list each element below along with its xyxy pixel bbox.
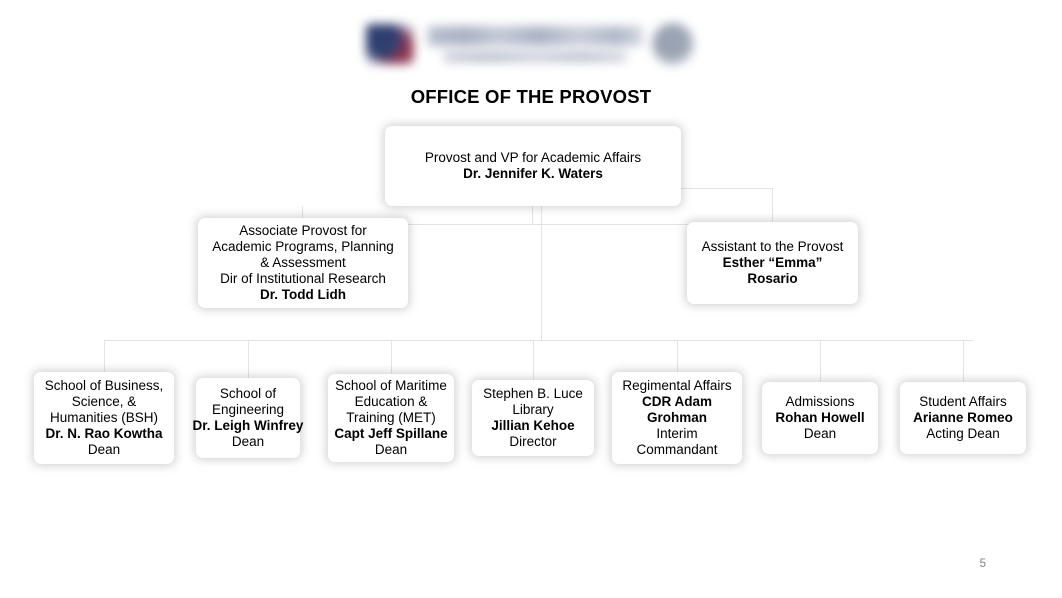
connector-assistant-arm [672,188,772,189]
org-node-library-sub: Director [509,433,557,449]
connector-drop-met [391,340,392,374]
connector-drop-admissions [820,340,821,382]
org-node-regimental-role: Regimental Affairs [622,378,732,394]
org-node-school-of-business-science-humanities[interactable]: School of Business, Science, & Humanitie… [34,372,174,464]
connector-drop-regimental [677,340,678,372]
org-node-student-affairs[interactable]: Student Affairs Arianne Romeo Acting Dea… [900,382,1026,454]
org-node-assistant-role: Assistant to the Provost [701,239,844,255]
connector-drop-library [533,340,534,380]
org-node-engineering-role-1: School of [219,386,277,402]
connector-to-assistant [772,188,773,224]
org-node-student-affairs-role: Student Affairs [919,394,1007,410]
connector-spine-down [541,206,542,340]
org-node-assistant-name-1: Esther “Emma” [722,255,823,271]
org-node-admissions-role: Admissions [785,394,855,410]
connector-drop-bsh [104,340,105,372]
org-node-library-role-1: Stephen B. Luce [483,386,583,402]
org-node-engineering-name: Dr. Leigh Winfrey [192,418,304,433]
org-node-engineering-role-2: Engineering [211,402,285,418]
org-node-associate-provost-role-2: Academic Programs, Planning [212,239,394,255]
org-node-bsh-role-2: Science, & [71,394,137,410]
org-node-engineering-sub: Dean [231,433,265,449]
org-node-associate-provost-name: Dr. Todd Lidh [260,286,346,302]
org-node-student-affairs-name: Arianne Romeo [913,410,1013,426]
org-node-library-role-2: Library [512,402,554,418]
org-node-met-role-1: School of Maritime [335,378,447,394]
org-node-stephen-b-luce-library[interactable]: Stephen B. Luce Library Jillian Kehoe Di… [472,380,594,456]
org-node-associate-provost-role-1: Associate Provost for [239,223,367,239]
org-node-associate-provost[interactable]: Associate Provost for Academic Programs,… [198,218,408,308]
org-node-regimental-sub-1: Interim [656,425,698,441]
org-node-admissions-name: Rohan Howell [775,410,865,426]
org-node-met-sub: Dean [374,441,408,457]
org-node-met-role-2: Education & [354,394,428,410]
org-node-bsh-role-1: School of Business, [44,378,164,394]
org-node-provost-role: Provost and VP for Academic Affairs [424,150,642,166]
org-node-provost[interactable]: Provost and VP for Academic Affairs Dr. … [385,126,681,206]
org-node-regimental-name-2: Grohman [646,410,707,426]
org-node-bsh-name: Dr. N. Rao Kowtha [45,425,163,441]
org-node-provost-name: Dr. Jennifer K. Waters [463,166,603,181]
org-node-bsh-role-3: Humanities (BSH) [49,410,159,426]
page-number: 5 [979,558,986,570]
org-node-school-of-engineering[interactable]: School of Engineering Dr. Leigh Winfrey … [193,378,303,458]
org-node-assistant-to-provost[interactable]: Assistant to the Provost Esther “Emma” R… [687,222,858,304]
org-node-associate-provost-role-4: Dir of Institutional Research [220,270,386,286]
org-node-school-of-maritime-education-training[interactable]: School of Maritime Education & Training … [328,374,454,462]
org-node-bsh-sub: Dean [87,441,121,457]
org-node-library-name: Jillian Kehoe [491,418,575,433]
org-node-assistant-name-2: Rosario [747,270,798,286]
org-node-met-name: Capt Jeff Spillane [334,425,448,441]
org-node-student-affairs-sub: Acting Dean [926,425,1000,441]
org-node-admissions[interactable]: Admissions Rohan Howell Dean [762,382,878,454]
org-node-regimental-sub-2: Commandant [636,441,718,457]
connector-level3-bus [104,340,973,341]
org-chart: Provost and VP for Academic Affairs Dr. … [0,0,1062,598]
org-node-associate-provost-role-3: & Assessment [260,255,346,271]
org-node-admissions-sub: Dean [803,425,837,441]
org-node-met-role-3: Training (MET) [346,410,436,426]
connector-drop-student [963,340,964,382]
connector-drop-engineering [248,340,249,378]
org-node-regimental-affairs[interactable]: Regimental Affairs CDR Adam Grohman Inte… [612,372,742,464]
org-node-regimental-name-1: CDR Adam [641,394,712,410]
connector-provost-down [532,206,533,224]
